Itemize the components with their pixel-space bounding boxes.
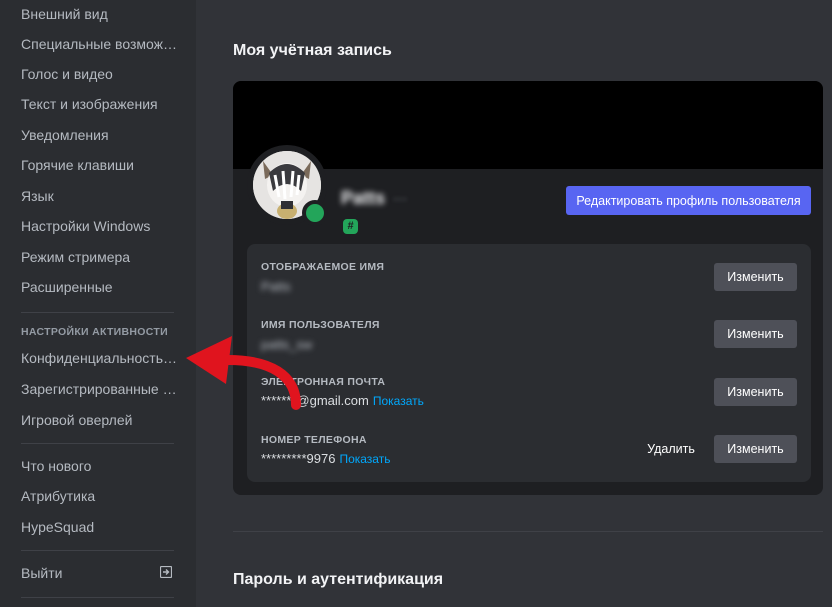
sidebar-item-text-images[interactable]: Текст и изображения <box>12 90 180 118</box>
reveal-phone-link[interactable]: Показать <box>339 452 390 466</box>
settings-sidebar: Внешний вид Специальные возможности Голо… <box>0 0 196 607</box>
display-name-label: ОТОБРАЖАЕМОЕ ИМЯ <box>261 261 385 273</box>
reveal-email-link[interactable]: Показать <box>373 394 424 408</box>
profile-badge-icon[interactable]: # <box>343 219 358 234</box>
sidebar-item-logout[interactable]: Выйти <box>12 559 180 587</box>
profile-banner <box>233 81 823 169</box>
sidebar-item-merch[interactable]: Атрибутика <box>12 482 180 510</box>
profile-display-name: Patts <box>341 188 386 208</box>
remove-phone-button[interactable]: Удалить <box>635 435 707 463</box>
sidebar-item-windows-settings[interactable]: Настройки Windows <box>12 212 180 240</box>
sidebar-divider <box>21 597 174 598</box>
sidebar-item-hypesquad[interactable]: HypeSquad <box>12 513 180 541</box>
avatar-ring <box>247 145 328 226</box>
phone-row: *********9976 Показать <box>261 451 390 466</box>
sidebar-divider <box>21 550 174 551</box>
sidebar-item-keybinds[interactable]: Горячие клавиши <box>12 151 180 179</box>
email-row: *******@gmail.com Показать <box>261 393 424 408</box>
profile-username-tag: ··· <box>393 190 407 206</box>
sidebar-item-registered-games[interactable]: Зарегистрированные игры <box>12 375 180 403</box>
sidebar-divider <box>21 443 174 444</box>
sidebar-item-activity-privacy[interactable]: Конфиденциальность активности <box>12 344 180 372</box>
sidebar-item-whats-new[interactable]: Что нового <box>12 452 180 480</box>
email-value: *******@gmail.com <box>261 393 369 408</box>
page-title: Моя учётная запись <box>233 42 392 59</box>
change-phone-button[interactable]: Изменить <box>714 435 797 463</box>
online-status-dot <box>302 200 328 226</box>
edit-profile-button[interactable]: Редактировать профиль пользователя <box>566 186 811 215</box>
section-divider <box>233 531 823 532</box>
password-section-title: Пароль и аутентификация <box>233 571 444 588</box>
change-username-button[interactable]: Изменить <box>714 320 797 348</box>
username-value: patts_sw <box>261 337 313 352</box>
phone-value: *********9976 <box>261 451 336 466</box>
email-label: ЭЛЕКТРОННАЯ ПОЧТА <box>261 376 386 388</box>
logout-label: Выйти <box>21 565 63 581</box>
sidebar-item-streamer-mode[interactable]: Режим стримера <box>12 243 180 271</box>
username-label: ИМЯ ПОЛЬЗОВАТЕЛЯ <box>261 319 380 331</box>
sidebar-item-voice-video[interactable]: Голос и видео <box>12 60 180 88</box>
sidebar-item-advanced[interactable]: Расширенные <box>12 273 180 301</box>
sidebar-header-activity: НАСТРОЙКИ АКТИВНОСТИ <box>21 326 168 338</box>
change-display-name-button[interactable]: Изменить <box>714 263 797 291</box>
sidebar-item-accessibility[interactable]: Специальные возможности <box>12 30 180 58</box>
main-content: Моя учётная запись Patts ··· # Редактиро… <box>196 0 832 607</box>
change-email-button[interactable]: Изменить <box>714 378 797 406</box>
phone-label: НОМЕР ТЕЛЕФОНА <box>261 434 367 446</box>
sidebar-item-language[interactable]: Язык <box>12 182 180 210</box>
sidebar-item-game-overlay[interactable]: Игровой оверлей <box>12 406 180 434</box>
display-name-value: Patts <box>261 279 291 294</box>
account-card: Patts ··· # Редактировать профиль пользо… <box>233 81 823 495</box>
sidebar-item-appearance[interactable]: Внешний вид <box>12 0 180 28</box>
account-info-panel: ОТОБРАЖАЕМОЕ ИМЯ Patts Изменить ИМЯ ПОЛЬ… <box>247 244 811 482</box>
sidebar-item-notifications[interactable]: Уведомления <box>12 121 180 149</box>
sidebar-divider <box>21 312 174 313</box>
logout-icon <box>160 566 172 578</box>
